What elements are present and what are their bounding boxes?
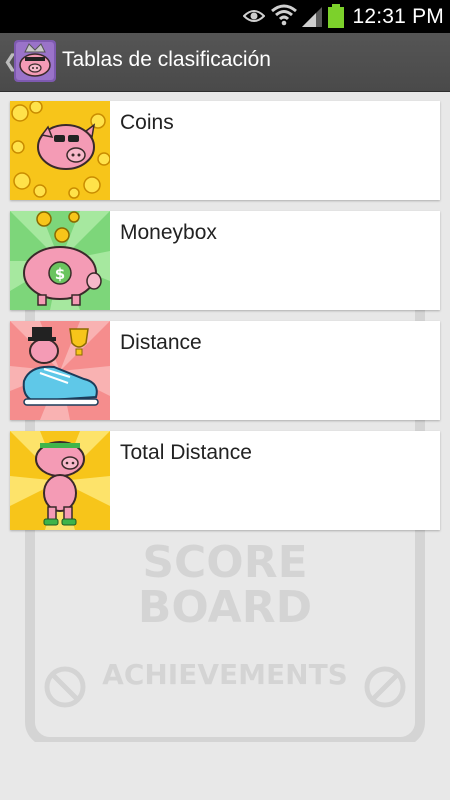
leaderboard-item-distance[interactable]: Distance [10, 321, 440, 420]
svg-text:BOARD: BOARD [138, 582, 312, 633]
sneaker-pig-icon [10, 321, 110, 420]
pig-app-icon[interactable] [14, 40, 56, 82]
status-time: 12:31 PM [352, 5, 444, 28]
status-bar: 12:31 PM [0, 0, 450, 33]
leaderboard-label: Distance [120, 331, 202, 354]
page-title: Tablas de clasificación [62, 48, 271, 71]
signal-icon [301, 6, 323, 33]
battery-icon [328, 4, 344, 33]
piggy-bank-icon: $ [10, 211, 110, 310]
eye-icon [242, 9, 266, 28]
svg-text:$: $ [55, 265, 65, 283]
leaderboard-item-coins[interactable]: Coins [10, 101, 440, 200]
wifi-icon [271, 4, 297, 31]
leaderboard-list: SCORE BOARD ACHIEVEMENTS Coins $ Moneybo… [0, 92, 450, 800]
leaderboard-label: Coins [120, 111, 174, 134]
leaderboard-item-moneybox[interactable]: $ Moneybox [10, 211, 440, 310]
leaderboard-label: Total Distance [120, 441, 252, 464]
svg-text:SCORE: SCORE [142, 537, 307, 588]
athlete-pig-icon [10, 431, 110, 530]
action-bar: ❮ Tablas de clasificación [0, 33, 450, 92]
leaderboard-label: Moneybox [120, 221, 217, 244]
svg-text:ACHIEVEMENTS: ACHIEVEMENTS [102, 658, 348, 691]
coins-pig-icon [10, 101, 110, 200]
leaderboard-item-total-distance[interactable]: Total Distance [10, 431, 440, 530]
